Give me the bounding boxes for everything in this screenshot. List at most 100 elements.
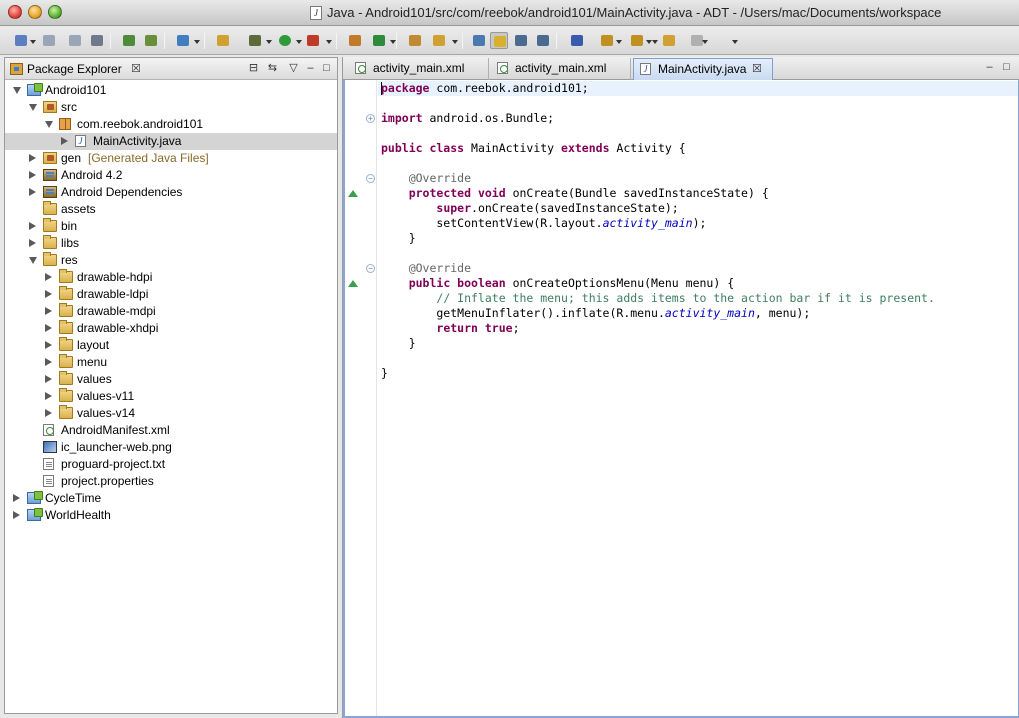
- collapse-fold-icon[interactable]: −: [366, 174, 375, 183]
- window-minimize-button[interactable]: [28, 5, 42, 19]
- code-line[interactable]: @Override: [381, 171, 471, 186]
- tree-item[interactable]: drawable-mdpi: [5, 303, 337, 320]
- code-line[interactable]: protected void onCreate(Bundle savedInst…: [381, 186, 769, 201]
- close-icon[interactable]: ☒: [752, 59, 762, 79]
- minimize-icon[interactable]: –: [983, 61, 996, 74]
- collapsed-arrow-icon[interactable]: [29, 239, 36, 247]
- run-button[interactable]: [276, 32, 294, 49]
- expanded-arrow-icon[interactable]: [29, 104, 37, 111]
- collapsed-arrow-icon[interactable]: [45, 341, 52, 349]
- collapsed-arrow-icon[interactable]: [29, 154, 36, 162]
- tree-item[interactable]: drawable-ldpi: [5, 286, 337, 303]
- java-editor[interactable]: + − − package com.reebok.android101; import…: [343, 80, 1019, 718]
- maximize-icon[interactable]: □: [1000, 61, 1013, 74]
- new-android-app-button[interactable]: [214, 32, 232, 49]
- code-line[interactable]: }: [381, 366, 388, 381]
- run-last-button[interactable]: [304, 32, 322, 49]
- tree-item[interactable]: assets: [5, 201, 337, 218]
- collapsed-arrow-icon[interactable]: [13, 511, 20, 519]
- code-line[interactable]: public class MainActivity extends Activi…: [381, 141, 686, 156]
- collapsed-arrow-icon[interactable]: [29, 188, 36, 196]
- previous-annotation-button[interactable]: [598, 32, 616, 49]
- pin-editor-button[interactable]: [534, 32, 552, 49]
- code-line[interactable]: import android.os.Bundle;: [381, 111, 554, 126]
- code-line[interactable]: }: [381, 231, 416, 246]
- save-all-button[interactable]: [66, 32, 84, 49]
- editor-tab[interactable]: activity_main.xml: [491, 58, 631, 80]
- dropdown-arrow-icon[interactable]: [30, 40, 36, 44]
- collapsed-arrow-icon[interactable]: [45, 290, 52, 298]
- dropdown-arrow-icon[interactable]: [452, 40, 458, 44]
- dropdown-arrow-icon[interactable]: [702, 40, 708, 44]
- code-line[interactable]: public boolean onCreateOptionsMenu(Menu …: [381, 276, 734, 291]
- editor-ruler[interactable]: + − −: [345, 80, 377, 716]
- code-line[interactable]: getMenuInflater().inflate(R.menu.activit…: [381, 306, 810, 321]
- code-line[interactable]: // Inflate the menu; this adds items to …: [381, 291, 935, 306]
- tree-item[interactable]: ic_launcher-web.png: [5, 439, 337, 456]
- code-line[interactable]: package com.reebok.android101;: [381, 81, 589, 96]
- toggle-block-selection-button[interactable]: [490, 32, 508, 49]
- tree-item[interactable]: menu: [5, 354, 337, 371]
- tree-item[interactable]: com.reebok.android101: [5, 116, 337, 133]
- last-edit-location-button[interactable]: [628, 32, 646, 49]
- expand-fold-icon[interactable]: +: [366, 114, 375, 123]
- toggle-mark-occurrences-button[interactable]: [470, 32, 488, 49]
- window-zoom-button[interactable]: [48, 5, 62, 19]
- package-explorer-tab[interactable]: Package Explorer ☒: [7, 59, 157, 80]
- next-annotation-button[interactable]: [568, 32, 586, 49]
- collapsed-arrow-icon[interactable]: [29, 222, 36, 230]
- print-button[interactable]: [88, 32, 106, 49]
- back-button[interactable]: [660, 32, 678, 49]
- tree-item[interactable]: libs: [5, 235, 337, 252]
- collapsed-arrow-icon[interactable]: [45, 392, 52, 400]
- tree-item[interactable]: project.properties: [5, 473, 337, 490]
- dropdown-arrow-icon[interactable]: [296, 40, 302, 44]
- show-whitespace-button[interactable]: [512, 32, 530, 49]
- dropdown-arrow-icon[interactable]: [732, 40, 738, 44]
- tree-item[interactable]: values-v11: [5, 388, 337, 405]
- tasks-button[interactable]: [174, 32, 192, 49]
- tree-item[interactable]: layout: [5, 337, 337, 354]
- collapsed-arrow-icon[interactable]: [45, 358, 52, 366]
- new-java-class-button[interactable]: [346, 32, 364, 49]
- minimize-icon[interactable]: –: [304, 62, 317, 75]
- window-close-button[interactable]: [8, 5, 22, 19]
- maximize-icon[interactable]: □: [320, 62, 333, 75]
- new-wizard-button[interactable]: [12, 32, 30, 49]
- open-perspective-button[interactable]: [406, 32, 424, 49]
- debug-button[interactable]: [246, 32, 264, 49]
- tree-item[interactable]: gen [Generated Java Files]: [5, 150, 337, 167]
- tree-item[interactable]: res: [5, 252, 337, 269]
- tree-item[interactable]: values-v14: [5, 405, 337, 422]
- tree-item[interactable]: bin: [5, 218, 337, 235]
- tree-item[interactable]: WorldHealth: [5, 507, 337, 524]
- code-line[interactable]: setContentView(R.layout.activity_main);: [381, 216, 706, 231]
- collapse-all-icon[interactable]: ⊟: [247, 62, 260, 75]
- collapsed-arrow-icon[interactable]: [45, 409, 52, 417]
- tree-item[interactable]: Android101: [5, 82, 337, 99]
- dropdown-arrow-icon[interactable]: [652, 40, 658, 44]
- collapsed-arrow-icon[interactable]: [45, 273, 52, 281]
- code-line[interactable]: super.onCreate(savedInstanceState);: [381, 201, 678, 216]
- tree-item[interactable]: CycleTime: [5, 490, 337, 507]
- open-resource-button[interactable]: [142, 32, 160, 49]
- close-icon[interactable]: ☒: [131, 59, 141, 79]
- editor-tab[interactable]: activity_main.xml: [349, 58, 489, 80]
- view-menu-icon[interactable]: ▽: [287, 62, 300, 75]
- collapsed-arrow-icon[interactable]: [29, 171, 36, 179]
- expanded-arrow-icon[interactable]: [13, 87, 21, 94]
- dropdown-arrow-icon[interactable]: [194, 40, 200, 44]
- tree-item[interactable]: src: [5, 99, 337, 116]
- search-button[interactable]: [430, 32, 448, 49]
- collapse-fold-icon[interactable]: −: [366, 264, 375, 273]
- code-line[interactable]: return true;: [381, 321, 519, 336]
- collapsed-arrow-icon[interactable]: [45, 324, 52, 332]
- collapsed-arrow-icon[interactable]: [13, 494, 20, 502]
- expanded-arrow-icon[interactable]: [29, 257, 37, 264]
- tree-item[interactable]: AndroidManifest.xml: [5, 422, 337, 439]
- link-with-editor-icon[interactable]: ⇆: [266, 62, 279, 75]
- tree-item[interactable]: drawable-hdpi: [5, 269, 337, 286]
- tree-item[interactable]: Android Dependencies: [5, 184, 337, 201]
- dropdown-arrow-icon[interactable]: [616, 40, 622, 44]
- save-button[interactable]: [40, 32, 58, 49]
